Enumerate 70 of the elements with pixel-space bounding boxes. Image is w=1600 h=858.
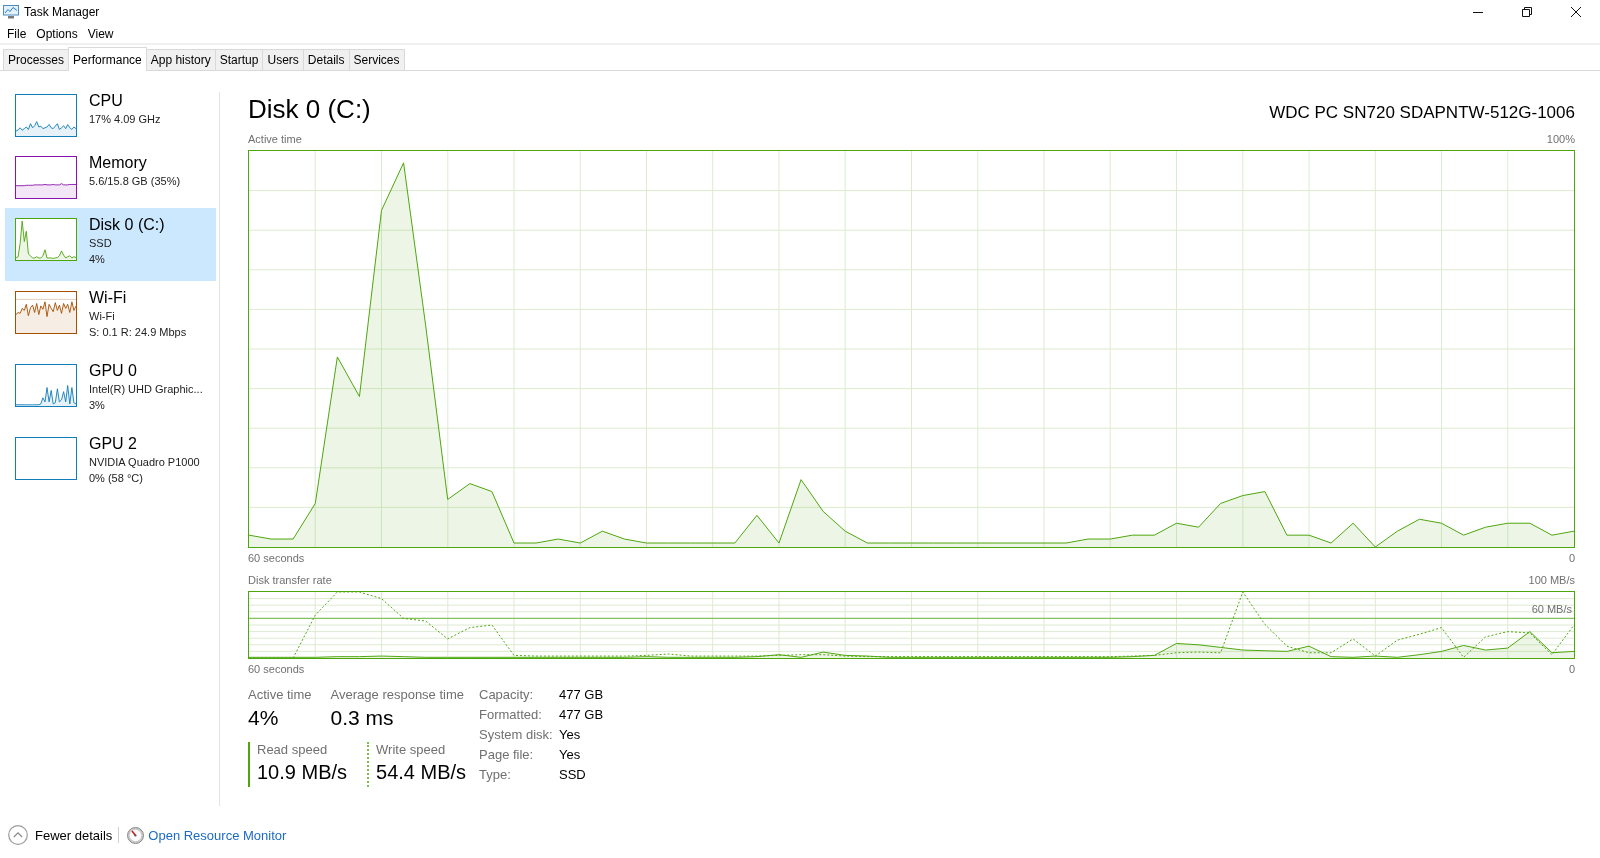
- gauge-icon: [127, 826, 145, 844]
- item-detail: NVIDIA Quadro P1000: [89, 455, 200, 470]
- tab[interactable]: Processes: [3, 49, 70, 70]
- item-title: CPU: [89, 91, 123, 111]
- property-label: Formatted:: [479, 707, 543, 723]
- sidebar-item[interactable]: GPU 0 Intel(R) UHD Graphic... 3%: [5, 354, 216, 427]
- item-detail: SSD: [89, 236, 112, 251]
- item-detail: 17% 4.09 GHz: [89, 112, 161, 127]
- sidebar-item[interactable]: GPU 2 NVIDIA Quadro P1000 0% (58 °C): [5, 427, 216, 500]
- window-title: Task Manager: [24, 5, 100, 19]
- fewer-details-button[interactable]: Fewer details: [8, 825, 113, 845]
- item-detail: Wi-Fi: [89, 309, 115, 324]
- tab[interactable]: Performance: [68, 47, 147, 71]
- property-value: Yes: [559, 727, 582, 743]
- sidebar-item[interactable]: Disk 0 (C:) SSD 4%: [5, 208, 216, 281]
- restore-icon: [1521, 7, 1532, 17]
- sidebar-item[interactable]: Memory 5.6/15.8 GB (35%): [5, 146, 216, 208]
- item-detail: Intel(R) UHD Graphic...: [89, 382, 203, 397]
- graph-title: Active time: [248, 132, 302, 146]
- stat-value: 10.9 MB/s: [257, 760, 348, 785]
- graph-title: Disk transfer rate: [248, 573, 332, 587]
- property-value: 477 GB: [559, 707, 604, 723]
- tab[interactable]: Services: [348, 49, 405, 70]
- menu-item[interactable]: View: [82, 25, 119, 42]
- monitor-graph-icon: [3, 5, 19, 19]
- item-title: Memory: [89, 153, 147, 173]
- menu-item[interactable]: File: [2, 25, 32, 42]
- chevron-up-circle-icon: [8, 825, 28, 845]
- scale-label: 0: [1568, 551, 1575, 565]
- property-label: Page file:: [479, 747, 535, 763]
- stat-value: 4%: [248, 705, 279, 731]
- property-label: Type:: [479, 767, 512, 783]
- item-detail: 4%: [89, 252, 105, 267]
- scale-label: 60 MB/s: [1531, 603, 1572, 616]
- item-title: Disk 0 (C:): [89, 215, 165, 235]
- sidebar-item[interactable]: Wi-Fi Wi-Fi S: 0.1 R: 24.9 Mbps: [5, 281, 216, 354]
- item-detail: 3%: [89, 398, 105, 413]
- close-icon: [1570, 7, 1581, 17]
- stat-label: Read speed: [257, 742, 328, 758]
- stat-label: Active time: [248, 687, 312, 703]
- scale-label: 100%: [1546, 132, 1575, 146]
- tab[interactable]: App history: [145, 49, 216, 70]
- tab[interactable]: Details: [302, 49, 350, 70]
- item-detail: 5.6/15.8 GB (35%): [89, 174, 181, 189]
- property-label: Capacity:: [479, 687, 535, 703]
- scale-label: 100 MB/s: [1528, 573, 1575, 587]
- property-value: Yes: [559, 747, 582, 763]
- menu-item[interactable]: Options: [31, 25, 83, 42]
- property-label: System disk:: [479, 727, 554, 743]
- item-detail: S: 0.1 R: 24.9 Mbps: [89, 325, 187, 340]
- stat-value: 0.3 ms: [330, 705, 394, 731]
- device-model: WDC PC SN720 SDAPNTW-512G-1006: [1269, 103, 1575, 123]
- minimize-icon: [1472, 11, 1483, 13]
- item-title: GPU 0: [89, 361, 137, 381]
- stat-value: 54.4 MB/s: [376, 760, 467, 785]
- disk-title: Disk 0 (C:): [248, 93, 371, 126]
- item-title: GPU 2: [89, 434, 137, 454]
- stat-label: Average response time: [330, 687, 465, 703]
- stat-label: Write speed: [376, 742, 446, 758]
- property-value: 477 GB: [559, 687, 604, 703]
- time-span-label: 60 seconds: [248, 662, 305, 676]
- tab[interactable]: Startup: [214, 49, 264, 70]
- resource-monitor-link[interactable]: Open Resource Monitor: [148, 827, 287, 843]
- sidebar-item[interactable]: CPU 17% 4.09 GHz: [5, 84, 216, 146]
- time-span-label: 60 seconds: [248, 551, 305, 565]
- tab[interactable]: Users: [262, 49, 304, 70]
- item-detail: 0% (58 °C): [89, 471, 143, 486]
- property-value: SSD: [559, 767, 587, 783]
- scale-label: 0: [1568, 662, 1575, 676]
- item-title: Wi-Fi: [89, 288, 127, 308]
